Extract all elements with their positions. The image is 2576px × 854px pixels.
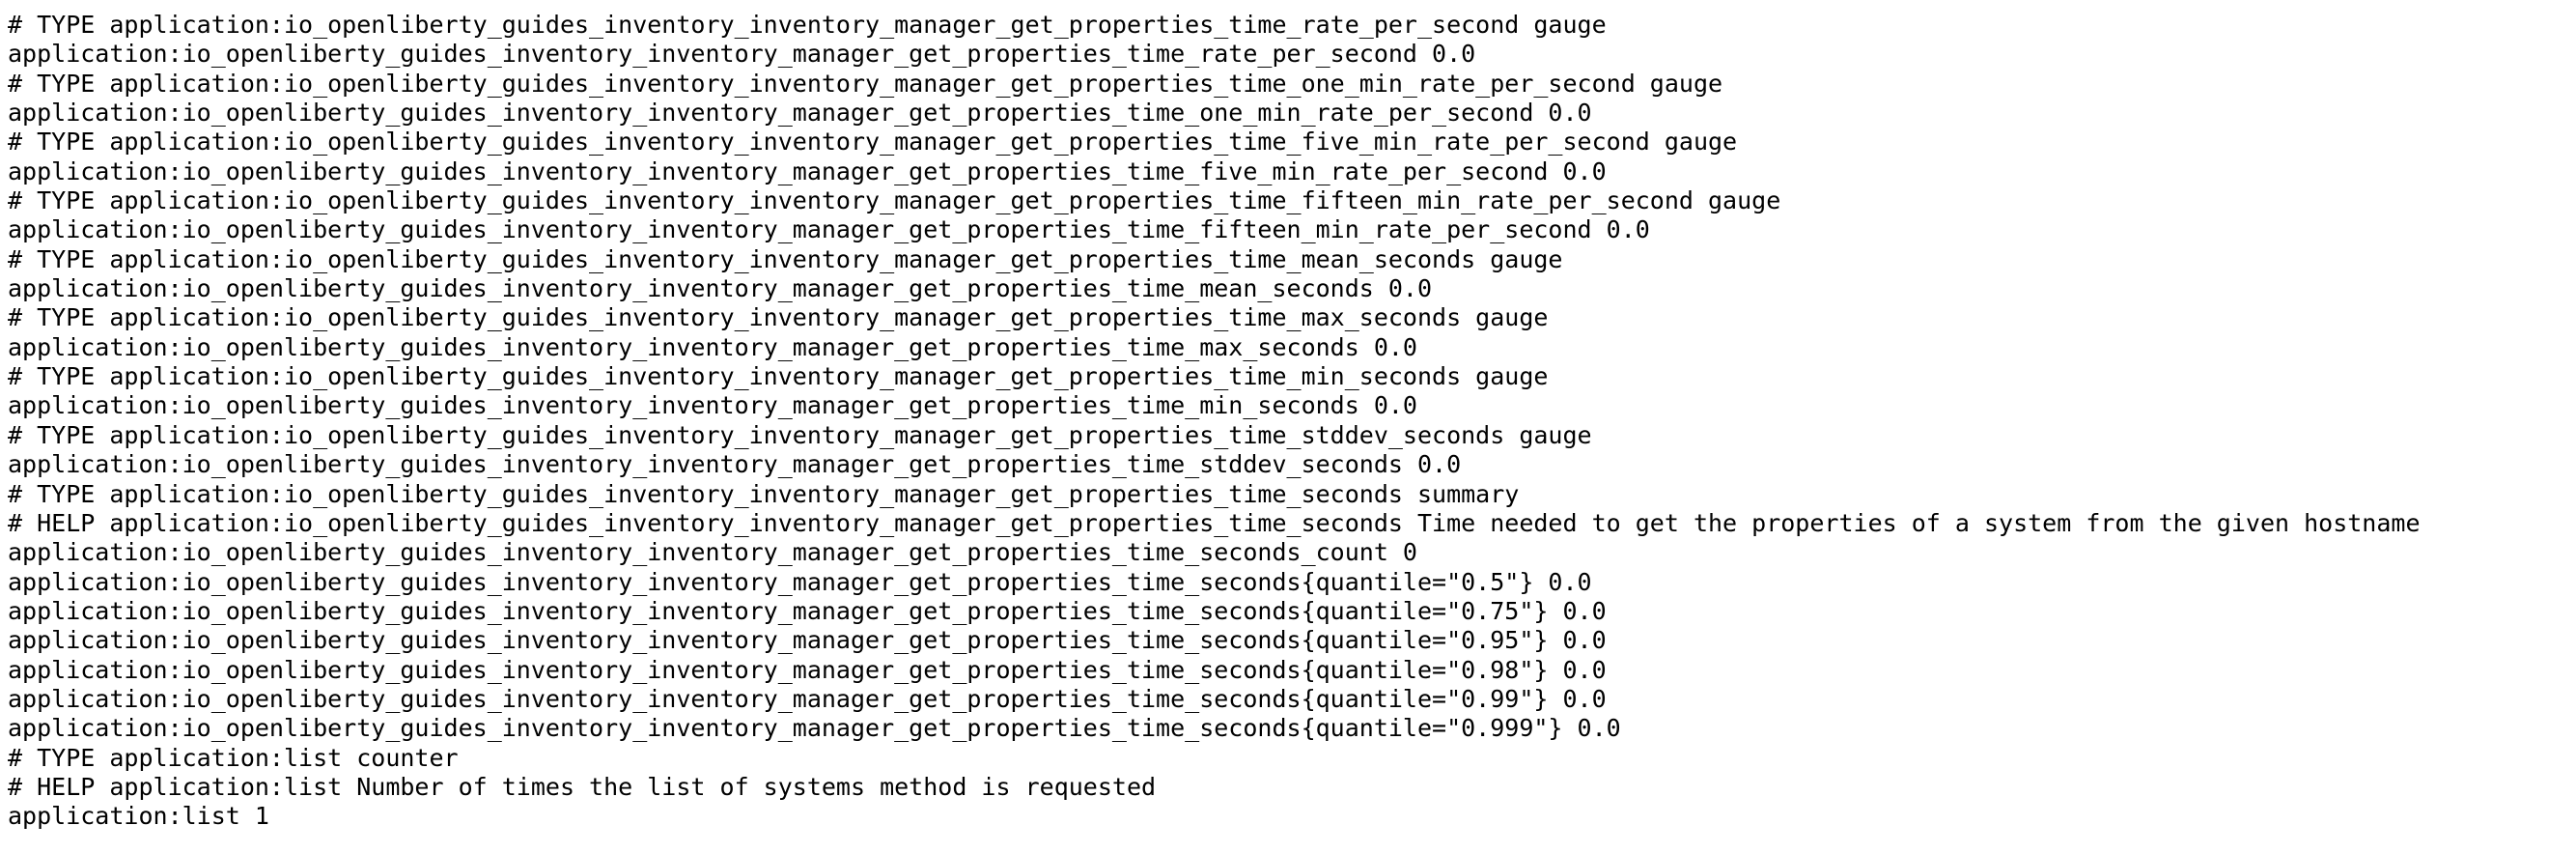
- metric-value-line: application:io_openliberty_guides_invent…: [8, 450, 1462, 479]
- metric-type-line: # TYPE application:io_openliberty_guides…: [8, 128, 1738, 157]
- metric-value-line: application:io_openliberty_guides_invent…: [8, 391, 1417, 420]
- metric-type-line: # TYPE application:io_openliberty_guides…: [8, 244, 1563, 273]
- metric-quantile-line: application:io_openliberty_guides_invent…: [8, 567, 1592, 596]
- metric-type-line: # TYPE application:io_openliberty_guides…: [8, 362, 1549, 391]
- metric-value-line: application:io_openliberty_guides_invent…: [8, 215, 1650, 244]
- metric-value-line: application:io_openliberty_guides_invent…: [8, 538, 1417, 567]
- metric-help-line: # HELP application:list Number of times …: [8, 772, 1157, 801]
- metrics-output: # TYPE application:io_openliberty_guides…: [8, 11, 2421, 832]
- metric-value-line: application:io_openliberty_guides_invent…: [8, 40, 1476, 69]
- metric-quantile-line: application:io_openliberty_guides_invent…: [8, 655, 1607, 684]
- metric-value-line: application:io_openliberty_guides_invent…: [8, 157, 1607, 185]
- metric-type-line: # TYPE application:io_openliberty_guides…: [8, 420, 1592, 449]
- metric-help-line: # HELP application:io_openliberty_guides…: [8, 508, 2421, 537]
- metric-value-line: application:io_openliberty_guides_invent…: [8, 332, 1417, 361]
- metric-type-line: # TYPE application:io_openliberty_guides…: [8, 303, 1549, 332]
- metric-type-line: # TYPE application:io_openliberty_guides…: [8, 186, 1781, 215]
- metric-value-line: application:io_openliberty_guides_invent…: [8, 99, 1592, 128]
- metric-quantile-line: application:io_openliberty_guides_invent…: [8, 626, 1607, 655]
- metric-type-line: # TYPE application:list counter: [8, 743, 459, 772]
- metric-quantile-line: application:io_openliberty_guides_invent…: [8, 596, 1607, 625]
- metric-value-line: application:list 1: [8, 802, 269, 831]
- metric-quantile-line: application:io_openliberty_guides_invent…: [8, 684, 1607, 713]
- metric-type-line: # TYPE application:io_openliberty_guides…: [8, 479, 1520, 508]
- metric-quantile-line: application:io_openliberty_guides_invent…: [8, 714, 1621, 743]
- metric-type-line: # TYPE application:io_openliberty_guides…: [8, 69, 1723, 98]
- metric-type-line: # TYPE application:io_openliberty_guides…: [8, 11, 1607, 39]
- metric-value-line: application:io_openliberty_guides_invent…: [8, 274, 1433, 303]
